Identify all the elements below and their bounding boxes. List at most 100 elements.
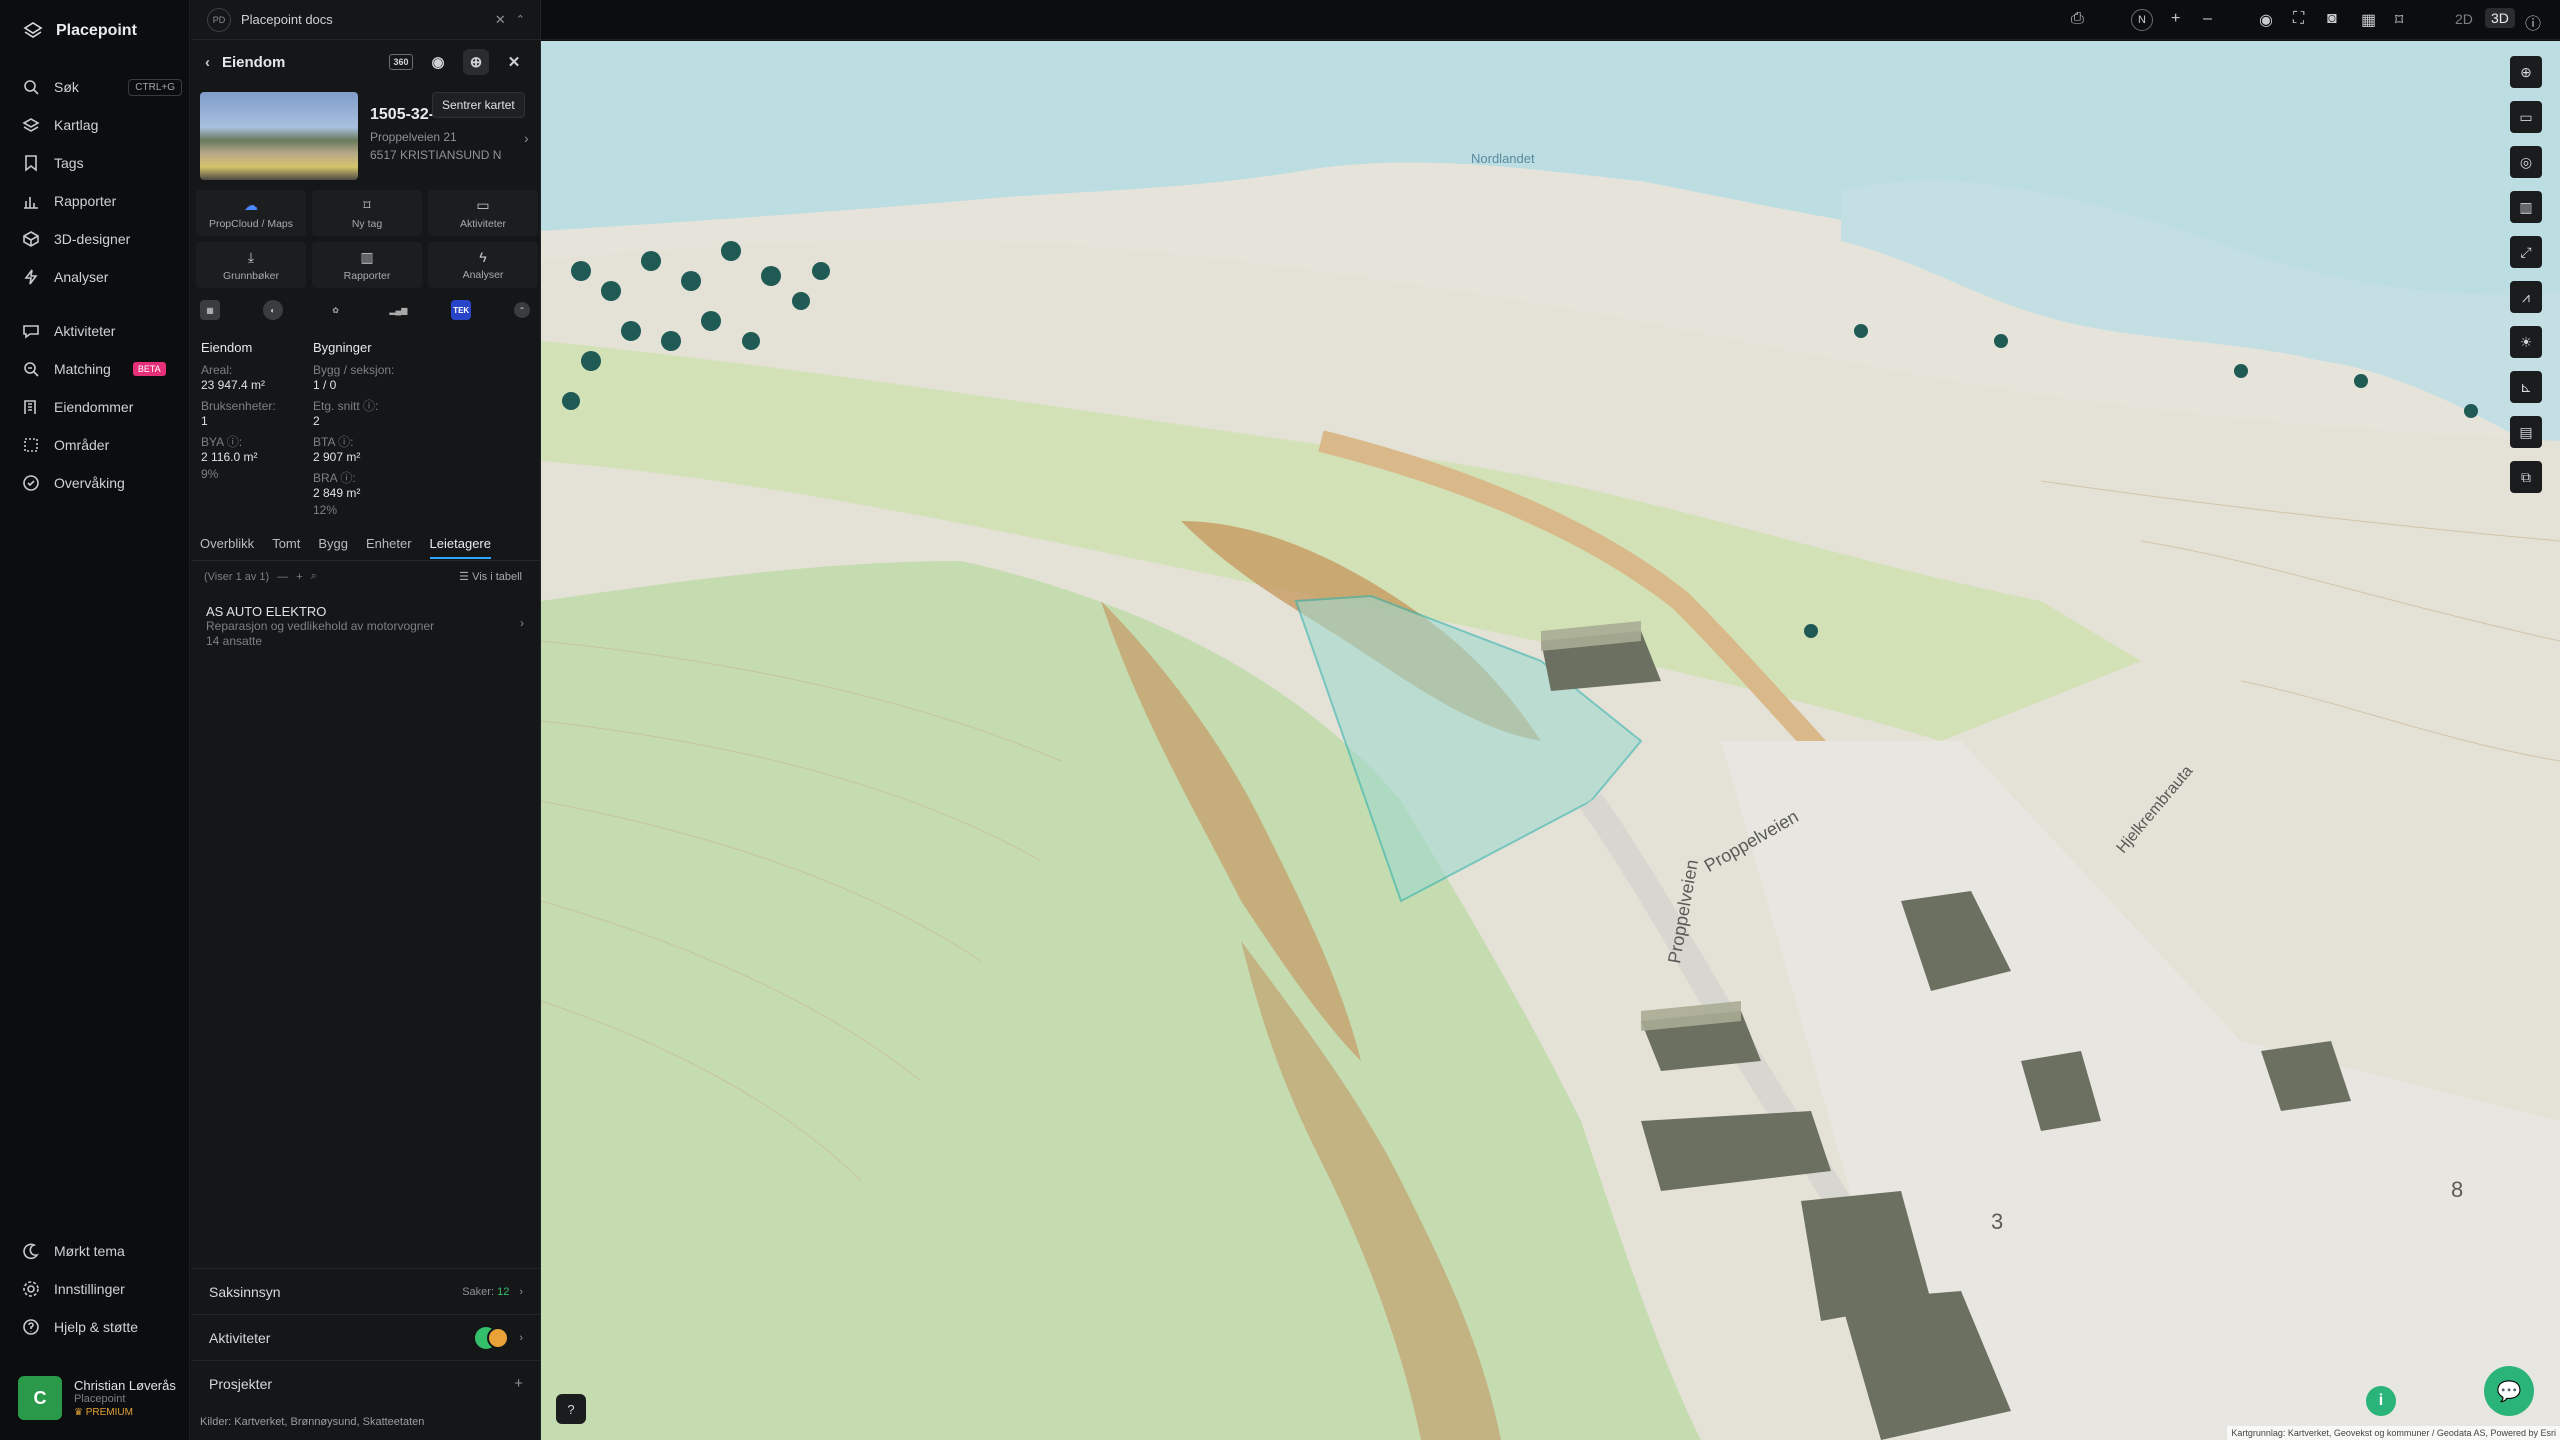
- close-panel-icon[interactable]: ✕: [501, 49, 527, 75]
- nav-item-rapporter[interactable]: Rapporter: [22, 192, 182, 210]
- grunnboker-button[interactable]: ⤓ Grunnbøker: [196, 242, 306, 288]
- center-map-icon[interactable]: ⊕: [463, 49, 489, 75]
- chat-icon: ▭: [476, 196, 490, 213]
- plus-icon[interactable]: +: [296, 571, 302, 583]
- minus-icon[interactable]: —: [277, 571, 288, 583]
- nav-item-eiendommer[interactable]: Eiendommer: [22, 398, 182, 416]
- view-360-icon[interactable]: 360: [389, 54, 413, 70]
- camera-icon[interactable]: ◙: [2327, 10, 2337, 28]
- compare-icon[interactable]: ⧉: [2510, 461, 2542, 493]
- info-button[interactable]: i: [2366, 1386, 2396, 1416]
- nav-item-search[interactable]: Søk CTRL+G: [22, 78, 182, 96]
- nav-item-analyser[interactable]: Analyser: [22, 268, 182, 286]
- user-profile[interactable]: C Christian Løverås Placepoint ♛ PREMIUM: [18, 1376, 178, 1420]
- measure-icon[interactable]: ⤢: [2510, 236, 2542, 268]
- tenant-item[interactable]: AS AUTO ELEKTRO Reparasjon og vedlikehol…: [206, 604, 524, 649]
- mode-2d-button[interactable]: 2D: [2455, 11, 2473, 27]
- info-icon[interactable]: ⓘ: [2525, 10, 2541, 34]
- fact-value: 23 947.4 m²: [201, 378, 266, 392]
- nav-item-tags[interactable]: Tags: [22, 154, 182, 172]
- property-postal: 6517 KRISTIANSUND N: [370, 148, 502, 162]
- compass-icon[interactable]: N: [2131, 9, 2153, 31]
- property-photo[interactable]: [200, 92, 358, 180]
- water-label: Nordlandet: [1471, 151, 1535, 166]
- new-tag-button[interactable]: ⌑ Ny tag: [312, 190, 422, 236]
- nav-item-help[interactable]: Hjelp & støtte: [22, 1318, 182, 1336]
- activities-button[interactable]: ▭ Aktiviteter: [428, 190, 538, 236]
- chat-button[interactable]: 💬: [2484, 1366, 2534, 1416]
- zoom-in-icon[interactable]: +: [2171, 10, 2180, 28]
- chart-icon[interactable]: ▥: [2510, 191, 2542, 223]
- nav-item-3d-designer[interactable]: 3D-designer: [22, 230, 182, 248]
- nav-item-omrader[interactable]: Områder: [22, 436, 182, 454]
- reports-button[interactable]: ▥ Rapporter: [312, 242, 422, 288]
- print-icon[interactable]: ⎙: [2071, 10, 2084, 28]
- docs-tab-icon: PD: [207, 7, 231, 32]
- nav-item-overvaking[interactable]: Overvåking: [22, 474, 182, 492]
- nav-item-aktiviteter[interactable]: Aktiviteter: [22, 322, 182, 340]
- action-label: Ny tag: [351, 217, 383, 230]
- analyses-button[interactable]: ϟ Analyser: [428, 242, 538, 288]
- fact-value: 1: [201, 414, 208, 428]
- panel-header: ‹ Eiendom 360 ◉ ⊕ ✕: [191, 40, 541, 84]
- nav-item-kartlag[interactable]: Kartlag: [22, 116, 182, 134]
- tab-enheter[interactable]: Enheter: [366, 536, 412, 559]
- placepoint-logo-icon: [23, 22, 43, 38]
- grid-icon[interactable]: ▦: [2361, 10, 2376, 30]
- source-se-icon[interactable]: ▦: [200, 300, 220, 320]
- table-toggle[interactable]: ☰ Vis i tabell: [459, 570, 522, 583]
- section-saksinnsyn[interactable]: Saksinnsyn Saker: 12 ›: [191, 1268, 541, 1314]
- ruler-icon[interactable]: ▭: [2510, 101, 2542, 133]
- elevation-icon[interactable]: ⩘: [2510, 281, 2542, 313]
- map-3d-view[interactable]: Proppelveien Proppelveien Hjelkrembrauta…: [541, 41, 2560, 1440]
- brand[interactable]: Placepoint: [22, 20, 137, 42]
- map-attribution: Kartgrunnlag: Kartverket, Geovekst og ko…: [2227, 1426, 2560, 1440]
- section-prosjekter[interactable]: Prosjekter +: [191, 1360, 541, 1406]
- sun-icon[interactable]: ☀: [2510, 326, 2542, 358]
- fullscreen-icon[interactable]: ⛶: [2293, 10, 2304, 28]
- chevron-right-icon[interactable]: ›: [524, 130, 529, 146]
- close-icon[interactable]: ✕: [495, 12, 506, 28]
- source-more-icon[interactable]: ⌃: [513, 302, 530, 318]
- nav-item-settings[interactable]: Innstillinger: [22, 1280, 182, 1298]
- section-label: Prosjekter: [209, 1375, 273, 1392]
- docs-tab[interactable]: PD Placepoint docs ✕ ⌃: [191, 0, 541, 40]
- source-tek-icon[interactable]: TEK: [451, 300, 472, 320]
- eye-icon[interactable]: ◉: [2259, 10, 2273, 30]
- facts-header: Eiendom: [201, 340, 253, 355]
- zoom-out-icon[interactable]: –: [2203, 10, 2212, 28]
- chevron-updown-icon[interactable]: ⌃: [516, 13, 525, 26]
- section-aktiviteter[interactable]: Aktiviteter ›: [191, 1314, 541, 1360]
- tab-leietagere[interactable]: Leietagere: [429, 536, 491, 559]
- map-help-button[interactable]: ?: [556, 1394, 586, 1424]
- globe-search-icon[interactable]: ⊕: [2510, 56, 2542, 88]
- search-icon[interactable]: ⌕: [311, 570, 317, 583]
- bolt-icon: ϟ: [479, 249, 487, 265]
- source-globe-icon[interactable]: ◐: [262, 300, 283, 320]
- facts-header: Bygninger: [313, 340, 372, 355]
- mode-3d-button[interactable]: 3D: [2485, 8, 2515, 28]
- fact-label: Etg. snitt ⓘ:: [313, 399, 379, 413]
- nav-label: Områder: [54, 437, 110, 453]
- beta-badge: BETA: [132, 362, 166, 376]
- tab-tomt[interactable]: Tomt: [272, 536, 300, 559]
- nav-item-dark-theme[interactable]: Mørkt tema: [22, 1242, 182, 1260]
- nav-item-matching[interactable]: Matching BETA: [22, 360, 182, 378]
- brand-name: Placepoint: [56, 22, 137, 39]
- source-plant-icon[interactable]: ✿: [326, 300, 346, 320]
- plus-icon[interactable]: +: [514, 1375, 523, 1392]
- bookmark-icon[interactable]: ⌑: [2395, 10, 2403, 30]
- back-icon[interactable]: ‹: [205, 54, 210, 71]
- help-icon: [23, 1319, 39, 1335]
- action-label: Rapporter: [343, 269, 391, 282]
- view-icon[interactable]: ◎: [2510, 146, 2542, 178]
- stats-icon[interactable]: ▤: [2510, 416, 2542, 448]
- profile-icon[interactable]: ⊾: [2510, 371, 2542, 403]
- area-icon: [24, 438, 38, 452]
- tab-bygg[interactable]: Bygg: [318, 536, 348, 559]
- nav-label: 3D-designer: [54, 231, 131, 247]
- eye-icon[interactable]: ◉: [425, 49, 451, 75]
- propcloud-button[interactable]: ☁ PropCloud / Maps: [196, 190, 306, 236]
- source-bars-icon[interactable]: ▂▄▆: [388, 300, 408, 320]
- tab-overblikk[interactable]: Overblikk: [200, 536, 254, 559]
